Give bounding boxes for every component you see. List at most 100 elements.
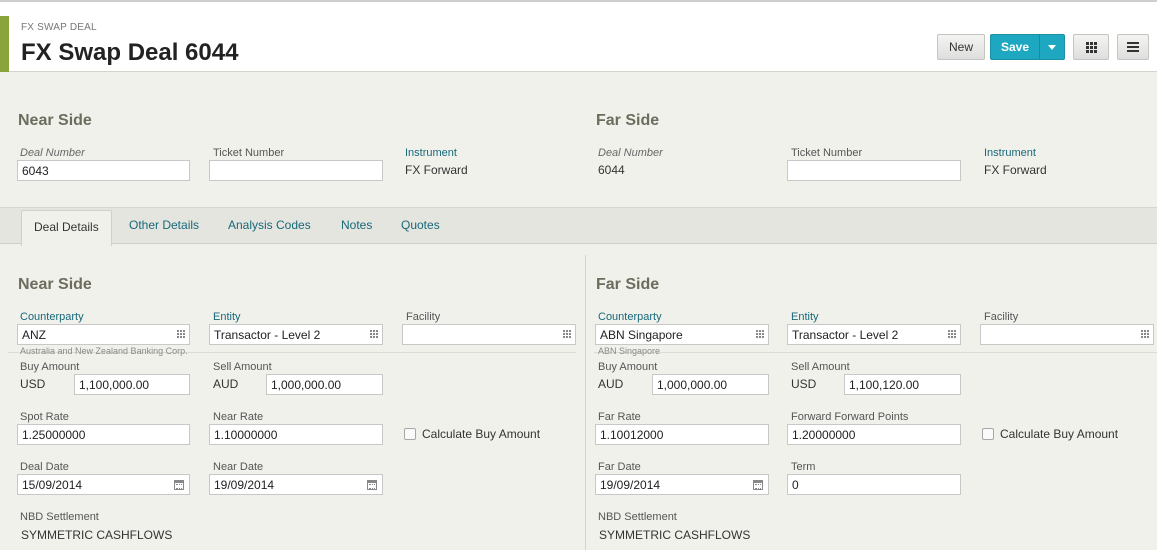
near-calculate-buy-amount[interactable]: Calculate Buy Amount [404, 427, 540, 441]
tab-bar: Deal Details Other Details Analysis Code… [0, 207, 1157, 246]
far-calculate-checkbox[interactable] [982, 428, 994, 440]
tab-analysis-codes[interactable]: Analysis Codes [228, 218, 311, 232]
near-sell-amount-input[interactable]: 1,000,000.00 [266, 374, 383, 395]
tab-notes[interactable]: Notes [341, 218, 372, 232]
spot-rate-label: Spot Rate [20, 411, 69, 423]
column-divider [585, 255, 586, 550]
far-side-title: Far Side [596, 112, 660, 129]
lookup-icon[interactable] [1141, 330, 1149, 338]
deal-date-value: 15/09/2014 [22, 478, 83, 492]
near-ticket-number-input[interactable] [209, 160, 383, 181]
far-counterparty-input[interactable]: ABN Singapore [595, 324, 769, 345]
term-input[interactable]: 0 [787, 474, 961, 495]
near-calculate-checkbox[interactable] [404, 428, 416, 440]
near-nbd-settlement-label: NBD Settlement [20, 511, 99, 523]
far-calculate-label: Calculate Buy Amount [1000, 427, 1119, 441]
far-calculate-buy-amount[interactable]: Calculate Buy Amount [982, 427, 1118, 441]
far-date-input[interactable]: 19/09/2014 [595, 474, 769, 495]
near-facility-input[interactable] [402, 324, 576, 345]
forward-points-label: Forward Forward Points [791, 411, 909, 423]
far-facility-label: Facility [984, 311, 1019, 323]
near-counterparty-label[interactable]: Counterparty [20, 311, 84, 323]
far-sell-amount-label: Sell Amount [791, 361, 850, 373]
menu-button[interactable] [1117, 34, 1149, 60]
near-date-input[interactable]: 19/09/2014 [209, 474, 383, 495]
far-ticket-number-label: Ticket Number [791, 147, 863, 159]
save-options-button[interactable] [1039, 34, 1065, 60]
chevron-down-icon [1048, 44, 1056, 50]
page-title: FX Swap Deal 6044 [21, 39, 239, 66]
near-entity-label[interactable]: Entity [213, 311, 241, 323]
far-buy-currency: AUD [598, 377, 624, 391]
grid-icon [1085, 41, 1097, 53]
term-label: Term [791, 461, 816, 473]
lookup-icon[interactable] [756, 330, 764, 338]
tab-quotes[interactable]: Quotes [401, 218, 440, 232]
near-deal-number-label: Deal Number [20, 147, 85, 159]
lookup-icon[interactable] [563, 330, 571, 338]
near-deal-number-input[interactable]: 6043 [17, 160, 190, 181]
far-buy-amount-input[interactable]: 1,000,000.00 [652, 374, 769, 395]
near-calculate-label: Calculate Buy Amount [422, 427, 541, 441]
calendar-icon[interactable] [753, 480, 763, 490]
near-entity-value: Transactor - Level 2 [214, 328, 321, 342]
hamburger-icon [1127, 42, 1139, 52]
near-instrument-value: FX Forward [405, 163, 468, 177]
far-row-divider [594, 352, 1157, 353]
save-button[interactable]: Save [990, 34, 1040, 60]
far-nbd-settlement-value: SYMMETRIC CASHFLOWS [599, 528, 751, 542]
near-counterparty-input[interactable]: ANZ [17, 324, 190, 345]
far-facility-input[interactable] [980, 324, 1154, 345]
near-facility-label: Facility [406, 311, 441, 323]
far-ticket-number-input[interactable] [787, 160, 961, 181]
near-counterparty-value: ANZ [22, 328, 46, 342]
far-date-label: Far Date [598, 461, 641, 473]
far-instrument-label[interactable]: Instrument [984, 147, 1036, 159]
far-counterparty-label[interactable]: Counterparty [598, 311, 662, 323]
calendar-icon[interactable] [174, 480, 184, 490]
near-side-title: Near Side [18, 112, 92, 129]
far-instrument-value: FX Forward [984, 163, 1047, 177]
deal-date-label: Deal Date [20, 461, 69, 473]
tab-other-details[interactable]: Other Details [129, 218, 199, 232]
near-buy-amount-label: Buy Amount [20, 361, 80, 373]
near-counterparty-description: Australia and New Zealand Banking Corp. [20, 346, 188, 356]
page-header: FX SWAP DEAL FX Swap Deal 6044 New Save [0, 0, 1157, 72]
far-rate-label: Far Rate [598, 411, 641, 423]
near-instrument-label[interactable]: Instrument [405, 147, 457, 159]
tab-deal-details[interactable]: Deal Details [21, 210, 112, 246]
far-rate-input[interactable]: 1.10012000 [595, 424, 769, 445]
near-nbd-settlement-value: SYMMETRIC CASHFLOWS [21, 528, 173, 542]
far-sell-currency: USD [791, 377, 817, 391]
near-sell-amount-label: Sell Amount [213, 361, 272, 373]
far-entity-value: Transactor - Level 2 [792, 328, 899, 342]
near-date-label: Near Date [213, 461, 264, 473]
new-button[interactable]: New [937, 34, 985, 60]
near-ticket-number-label: Ticket Number [213, 147, 285, 159]
far-counterparty-value: ABN Singapore [600, 328, 683, 342]
calendar-icon[interactable] [367, 480, 377, 490]
far-buy-amount-label: Buy Amount [598, 361, 658, 373]
near-buy-amount-input[interactable]: 1,100,000.00 [74, 374, 190, 395]
lookup-icon[interactable] [948, 330, 956, 338]
far-sell-amount-input[interactable]: 1,100,120.00 [844, 374, 961, 395]
far-entity-input[interactable]: Transactor - Level 2 [787, 324, 961, 345]
spot-rate-input[interactable]: 1.25000000 [17, 424, 190, 445]
far-deal-number-value: 6044 [598, 163, 625, 177]
lookup-icon[interactable] [177, 330, 185, 338]
near-sell-currency: AUD [213, 377, 239, 391]
far-counterparty-description: ABN Singapore [598, 346, 661, 356]
near-entity-input[interactable]: Transactor - Level 2 [209, 324, 383, 345]
header-accent-bar [0, 16, 9, 72]
near-rate-label: Near Rate [213, 411, 264, 423]
far-deal-number-label: Deal Number [598, 147, 663, 159]
breadcrumb: FX SWAP DEAL [21, 22, 97, 33]
forward-points-input[interactable]: 1.20000000 [787, 424, 961, 445]
far-entity-label[interactable]: Entity [791, 311, 819, 323]
deal-date-input[interactable]: 15/09/2014 [17, 474, 190, 495]
near-buy-currency: USD [20, 377, 46, 391]
details-far-title: Far Side [596, 276, 660, 293]
near-rate-input[interactable]: 1.10000000 [209, 424, 383, 445]
lookup-icon[interactable] [370, 330, 378, 338]
apps-button[interactable] [1073, 34, 1109, 60]
